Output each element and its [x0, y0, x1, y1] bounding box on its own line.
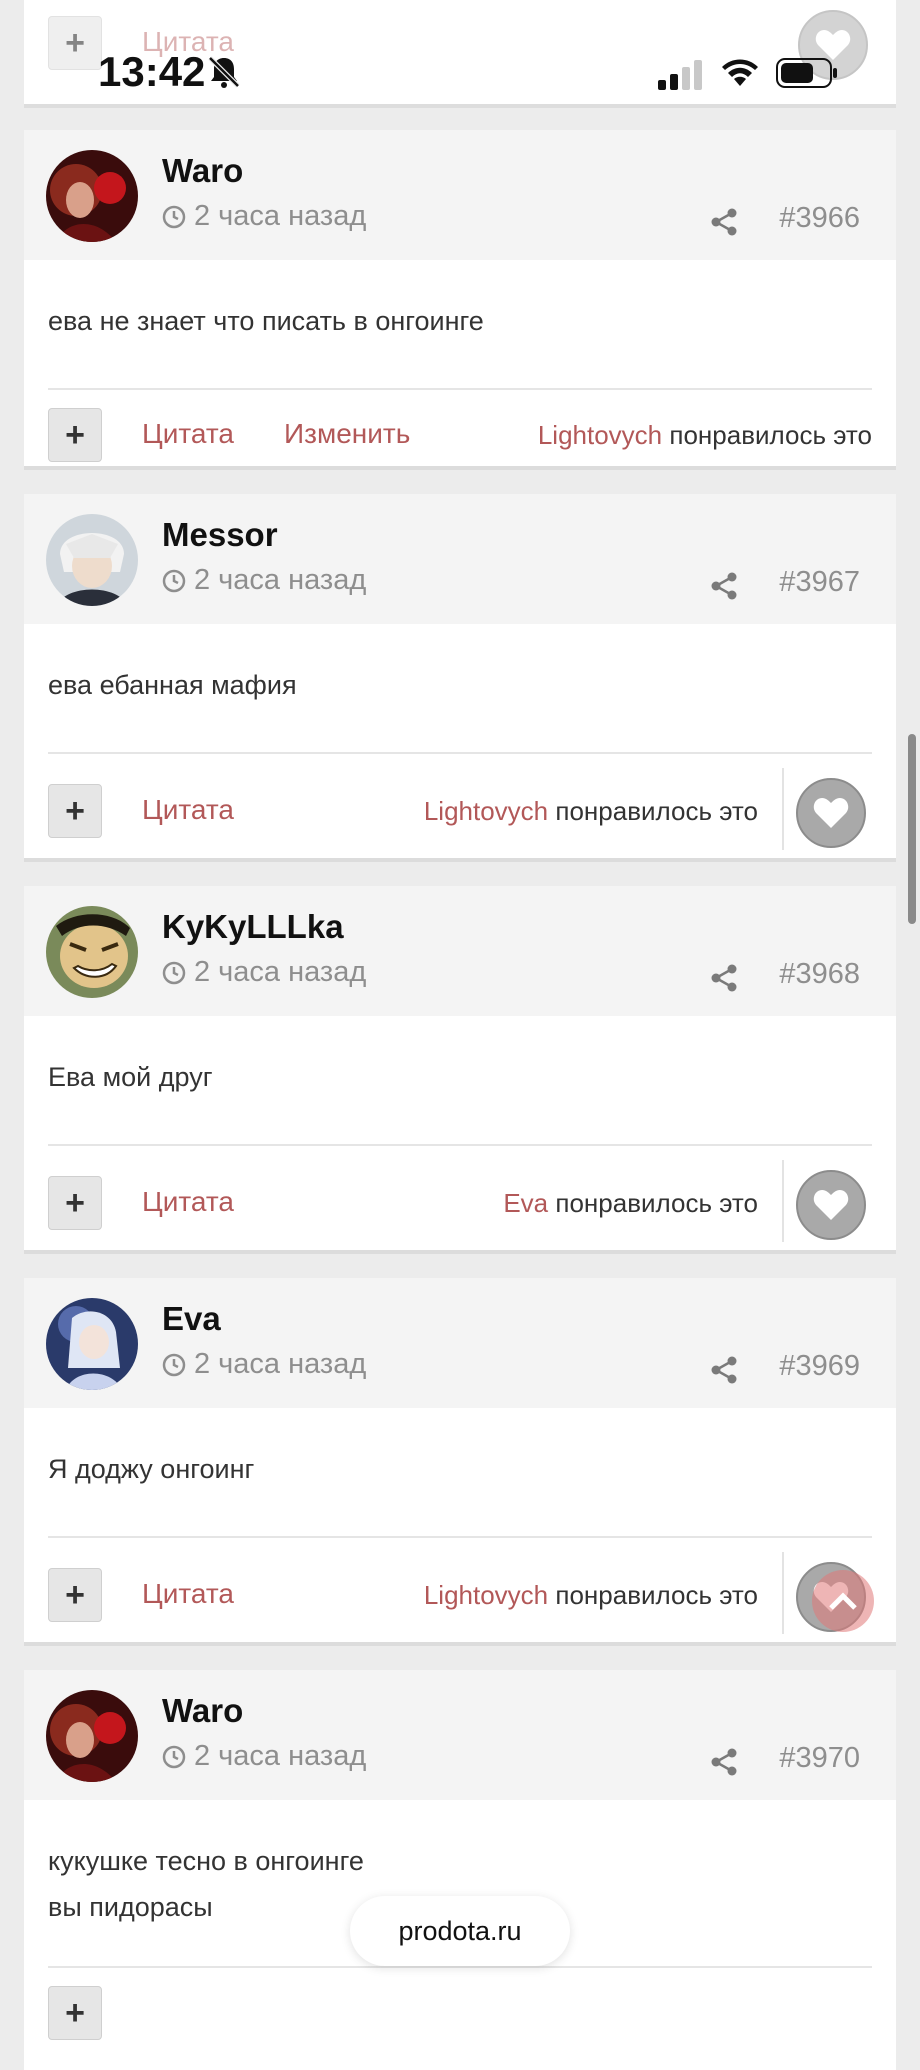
clock-icon	[162, 1745, 186, 1768]
username[interactable]: Waro	[162, 152, 243, 190]
share-icon[interactable]	[710, 964, 738, 992]
avatar[interactable]	[46, 1298, 138, 1390]
heart-icon	[813, 798, 849, 828]
quote-link[interactable]: Цитата	[142, 418, 234, 450]
likes-suffix: понравилось это	[555, 1580, 758, 1610]
username[interactable]: Messor	[162, 516, 278, 554]
avatar[interactable]	[46, 906, 138, 998]
post-text: ева ебанная мафия	[48, 670, 297, 700]
post-3967: Messor 2 часа назад #3967 ева ебанная ма…	[24, 494, 896, 862]
quote-link[interactable]: Цитата	[142, 1578, 234, 1610]
time-ago: 2 часа назад	[194, 1740, 367, 1772]
bell-slash-icon	[208, 56, 240, 88]
scroll-top-button[interactable]	[812, 1570, 874, 1632]
post-footer: + Цитата Eva понравилось это	[24, 1146, 896, 1258]
scrollbar[interactable]	[908, 734, 916, 924]
post-3970: Waro 2 часа назад #3970 кукушке тесно в …	[24, 1670, 896, 2070]
like-button[interactable]	[796, 1170, 866, 1240]
post-header: Waro 2 часа назад #3966	[24, 130, 896, 260]
footer-separator	[782, 1552, 784, 1634]
post-text: Я доджу онгоинг	[48, 1454, 255, 1484]
post-number[interactable]: #3967	[779, 566, 860, 599]
multiquote-button[interactable]: +	[48, 1986, 102, 2040]
footer-separator	[782, 768, 784, 850]
post-body: ева не знает что писать в онгоинге	[24, 260, 896, 366]
share-icon[interactable]	[710, 1748, 738, 1776]
time-ago: 2 часа назад	[194, 564, 367, 596]
post-3969: Eva 2 часа назад #3969 Я доджу онгоинг +…	[24, 1278, 896, 1646]
quote-link[interactable]: Цитата	[142, 1186, 234, 1218]
likes-text: Lightovych понравилось это	[538, 420, 872, 451]
share-icon[interactable]	[710, 208, 738, 236]
username[interactable]: Eva	[162, 1300, 221, 1338]
edit-link[interactable]: Изменить	[284, 418, 410, 450]
battery-icon	[776, 58, 837, 88]
post-3966: Waro 2 часа назад #3966 ева не знает что…	[24, 130, 896, 470]
post-time: 2 часа назад	[162, 564, 366, 597]
post-footer: + Цитата Lightovych понравилось это	[24, 1538, 896, 1650]
likes-suffix: понравилось это	[555, 1188, 758, 1218]
post-body: Ева мой друг	[24, 1016, 896, 1122]
site-address-pill[interactable]: prodota.ru	[350, 1896, 570, 1966]
liker-link[interactable]: Lightovych	[424, 796, 548, 826]
username[interactable]: Waro	[162, 1692, 243, 1730]
post-footer: + Цитата Изменить Lightovych понравилось…	[24, 390, 896, 476]
clock-icon	[162, 961, 186, 984]
post-body: ева ебанная мафия	[24, 624, 896, 730]
signal-icon	[658, 60, 702, 90]
clock-icon	[162, 1353, 186, 1376]
liker-link[interactable]: Eva	[503, 1188, 548, 1218]
post-time: 2 часа назад	[162, 1740, 366, 1773]
likes-text: Lightovych понравилось это	[424, 1580, 758, 1611]
like-button[interactable]	[796, 778, 866, 848]
clock-icon	[162, 205, 186, 228]
post-header: Waro 2 часа назад #3970	[24, 1670, 896, 1800]
post-text-line: кукушке тесно в онгоинге	[48, 1846, 364, 1876]
post-number[interactable]: #3968	[779, 958, 860, 991]
chevron-up-icon	[829, 1592, 857, 1610]
wifi-icon	[722, 59, 758, 86]
multiquote-button[interactable]: +	[48, 408, 102, 462]
post-footer: + Цитата Lightovych понравилось это	[24, 754, 896, 866]
post-number[interactable]: #3969	[779, 1350, 860, 1383]
post-number[interactable]: #3966	[779, 202, 860, 235]
post-time: 2 часа назад	[162, 200, 366, 233]
clock-icon	[162, 569, 186, 592]
site-address: prodota.ru	[398, 1915, 522, 1946]
post-time: 2 часа назад	[162, 1348, 366, 1381]
share-icon[interactable]	[710, 572, 738, 600]
post-text: ева не знает что писать в онгоинге	[48, 306, 484, 336]
multiquote-button[interactable]: +	[48, 784, 102, 838]
likes-suffix: понравилось это	[669, 420, 872, 450]
time-ago: 2 часа назад	[194, 956, 367, 988]
post-3968: KyKyLLLka 2 часа назад #3968 Ева мой дру…	[24, 886, 896, 1254]
post-header: Messor 2 часа назад #3967	[24, 494, 896, 624]
post-header: KyKyLLLka 2 часа назад #3968	[24, 886, 896, 1016]
likes-text: Lightovych понравилось это	[424, 796, 758, 827]
multiquote-button[interactable]: +	[48, 1176, 102, 1230]
post-time: 2 часа назад	[162, 956, 366, 989]
post-header: Eva 2 часа назад #3969	[24, 1278, 896, 1408]
heart-icon	[813, 1190, 849, 1220]
liker-link[interactable]: Lightovych	[538, 420, 662, 450]
time-ago: 2 часа назад	[194, 1348, 367, 1380]
share-icon[interactable]	[710, 1356, 738, 1384]
footer-separator	[782, 1160, 784, 1242]
likes-suffix: понравилось это	[555, 796, 758, 826]
username[interactable]: KyKyLLLka	[162, 908, 344, 946]
status-bar: 13:42	[0, 0, 920, 120]
likes-text: Eva понравилось это	[503, 1188, 758, 1219]
liker-link[interactable]: Lightovych	[424, 1580, 548, 1610]
post-number[interactable]: #3970	[779, 1742, 860, 1775]
time-ago: 2 часа назад	[194, 200, 367, 232]
avatar[interactable]	[46, 514, 138, 606]
quote-link[interactable]: Цитата	[142, 794, 234, 826]
post-footer: +	[24, 1968, 896, 2054]
post-body: Я доджу онгоинг	[24, 1408, 896, 1514]
post-text: Ева мой друг	[48, 1062, 213, 1092]
avatar[interactable]	[46, 150, 138, 242]
status-time: 13:42	[98, 48, 206, 95]
multiquote-button[interactable]: +	[48, 1568, 102, 1622]
avatar[interactable]	[46, 1690, 138, 1782]
